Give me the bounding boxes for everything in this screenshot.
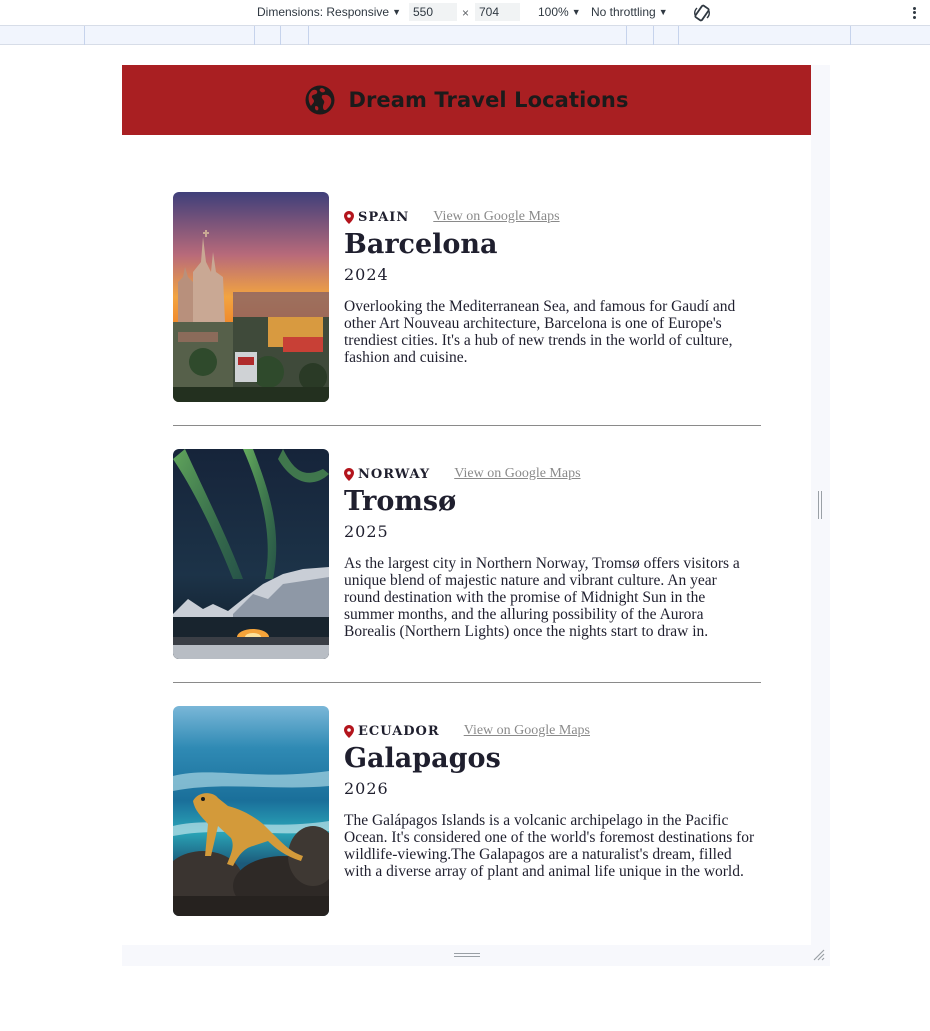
dimensions-dropdown[interactable]: Dimensions: Responsive ▼ bbox=[257, 5, 401, 19]
google-maps-link[interactable]: View on Google Maps bbox=[454, 466, 580, 482]
location-meta: SPAIN View on Google Maps bbox=[344, 209, 756, 225]
country-label: ECUADOR bbox=[358, 723, 440, 739]
chevron-down-icon: ▼ bbox=[571, 7, 581, 17]
devtools-device-toolbar: Dimensions: Responsive ▼ × 100% ▼ No thr… bbox=[0, 0, 930, 26]
visit-year: 2025 bbox=[344, 522, 389, 541]
location-meta: NORWAY View on Google Maps bbox=[344, 466, 756, 482]
page-viewport: Dream Travel Locations SPAIN View on Goo… bbox=[122, 65, 811, 945]
country-label: SPAIN bbox=[358, 209, 410, 225]
location-name: Tromsø bbox=[344, 486, 457, 517]
width-input[interactable] bbox=[409, 3, 457, 21]
chevron-down-icon: ▼ bbox=[392, 7, 401, 17]
location-description: Overlooking the Mediterranean Sea, and f… bbox=[344, 298, 736, 366]
google-maps-link[interactable]: View on Google Maps bbox=[433, 209, 559, 225]
dimensions-label: Dimensions: Responsive bbox=[257, 5, 390, 19]
page-header: Dream Travel Locations bbox=[122, 65, 811, 135]
rotate-icon[interactable] bbox=[692, 3, 712, 23]
map-pin-icon bbox=[344, 467, 354, 481]
divider bbox=[173, 425, 761, 426]
globe-icon bbox=[305, 85, 335, 115]
google-maps-link[interactable]: View on Google Maps bbox=[464, 723, 590, 739]
chevron-down-icon: ▼ bbox=[658, 7, 668, 17]
location-info: SPAIN View on Google Maps Barcelona 2024… bbox=[344, 209, 756, 366]
times-sign: × bbox=[462, 6, 470, 20]
country-label: NORWAY bbox=[358, 466, 431, 482]
visit-year: 2024 bbox=[344, 265, 389, 284]
media-query-ruler bbox=[0, 26, 930, 45]
zoom-dropdown[interactable]: 100% ▼ bbox=[538, 5, 581, 19]
map-pin-icon bbox=[344, 210, 354, 224]
throttle-dropdown[interactable]: No throttling ▼ bbox=[591, 5, 668, 19]
barcelona-photo bbox=[173, 192, 329, 402]
zoom-label: 100% bbox=[538, 5, 569, 19]
tromso-photo bbox=[173, 449, 329, 659]
map-pin-icon bbox=[344, 724, 354, 738]
throttle-label: No throttling bbox=[591, 5, 656, 19]
visit-year: 2026 bbox=[344, 779, 389, 798]
location-name: Galapagos bbox=[344, 743, 501, 774]
location-description: The Galápagos Islands is a volcanic arch… bbox=[344, 812, 755, 880]
location-name: Barcelona bbox=[344, 229, 498, 260]
galapagos-photo bbox=[173, 706, 329, 916]
location-info: NORWAY View on Google Maps Tromsø 2025 A… bbox=[344, 466, 756, 640]
location-info: ECUADOR View on Google Maps Galapagos 20… bbox=[344, 723, 756, 880]
device-frame: Dream Travel Locations SPAIN View on Goo… bbox=[122, 65, 830, 966]
resize-handle-bottom[interactable] bbox=[454, 953, 480, 961]
page-title: Dream Travel Locations bbox=[348, 88, 629, 112]
height-input[interactable] bbox=[475, 3, 520, 21]
divider bbox=[173, 682, 761, 683]
location-description: As the largest city in Northern Norway, … bbox=[344, 555, 740, 640]
resize-handle-right[interactable] bbox=[816, 491, 824, 519]
resize-corner-icon[interactable] bbox=[812, 948, 826, 962]
more-options-icon[interactable] bbox=[908, 4, 920, 22]
location-meta: ECUADOR View on Google Maps bbox=[344, 723, 756, 739]
